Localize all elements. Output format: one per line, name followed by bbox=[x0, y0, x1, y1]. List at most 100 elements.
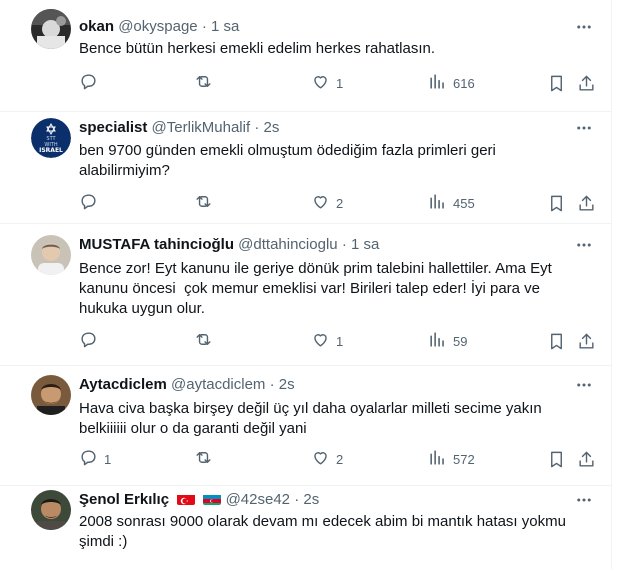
display-name[interactable]: specialist bbox=[79, 119, 147, 136]
views-icon bbox=[428, 72, 447, 94]
views-icon bbox=[428, 448, 447, 470]
tweet-text-line: alabilirmiyim? bbox=[79, 162, 170, 179]
share-icon[interactable] bbox=[577, 331, 596, 351]
bookmark-icon[interactable] bbox=[547, 331, 566, 351]
tweet-text-line: Bence zor! Eyt kanunu ile geriye dönük p… bbox=[79, 260, 552, 277]
more-icon[interactable] bbox=[573, 235, 595, 255]
timestamp[interactable]: 1 sa bbox=[211, 18, 239, 35]
like-icon bbox=[311, 72, 330, 94]
timestamp[interactable]: 1 sa bbox=[351, 236, 379, 253]
tweet-header: okan @okyspage · 1 sa bbox=[79, 17, 239, 37]
like-icon bbox=[311, 192, 330, 214]
more-icon[interactable] bbox=[573, 490, 595, 510]
view-count: 616 bbox=[453, 75, 475, 91]
more-icon[interactable] bbox=[573, 118, 595, 138]
view-count: 59 bbox=[453, 333, 468, 349]
tweet-text: Bence bütün herkesi emekli edelim herkes… bbox=[79, 39, 599, 59]
retweet-button[interactable] bbox=[194, 449, 219, 469]
like-count: 1 bbox=[336, 333, 344, 349]
handle[interactable]: @okyspage bbox=[118, 18, 197, 35]
tweet-text: Hava civa başka birşey değil üç yıl daha… bbox=[79, 399, 599, 439]
like-button[interactable]: 2 bbox=[311, 193, 343, 213]
reply-count: 1 bbox=[104, 451, 112, 467]
separator: · bbox=[254, 119, 260, 136]
handle[interactable]: @42se42 bbox=[226, 491, 290, 508]
views-button[interactable]: 572 bbox=[428, 449, 475, 469]
tweet-text-line: şimdi :) bbox=[79, 533, 128, 550]
tweet-header: Şenol Erkılıç @42se42 · 2s bbox=[79, 490, 319, 510]
views-button[interactable]: 59 bbox=[428, 331, 467, 351]
handle[interactable]: @TerlikMuhalif bbox=[152, 119, 251, 136]
share-icon[interactable] bbox=[577, 449, 596, 469]
turkey-flag bbox=[177, 493, 196, 505]
timestamp[interactable]: 2s bbox=[279, 376, 295, 393]
handle[interactable]: @dttahincioglu bbox=[238, 236, 337, 253]
bookmark-icon[interactable] bbox=[547, 449, 566, 469]
tweet[interactable]: STT WITH ISRAEL specialist @TerlikMuhali… bbox=[0, 112, 611, 224]
action-bar: 2 455 bbox=[79, 193, 595, 213]
share-icon[interactable] bbox=[577, 73, 596, 93]
retweet-icon bbox=[194, 330, 213, 352]
avatar[interactable] bbox=[31, 490, 71, 530]
tweet-text-line: Bence bütün herkesi emekli edelim herkes… bbox=[79, 40, 436, 57]
tweet-text: 2008 sonrası 9000 olarak devam mı edecek… bbox=[79, 512, 599, 552]
tweet-text-line: Hava civa başka birşey değil üç yıl daha… bbox=[79, 400, 542, 417]
retweet-icon bbox=[194, 192, 213, 214]
retweet-button[interactable] bbox=[194, 331, 219, 351]
avatar-text: ISRAEL bbox=[39, 147, 63, 154]
views-button[interactable]: 455 bbox=[428, 193, 475, 213]
more-icon[interactable] bbox=[573, 17, 595, 37]
view-count: 455 bbox=[453, 195, 475, 211]
views-button[interactable]: 616 bbox=[428, 73, 475, 93]
retweet-button[interactable] bbox=[194, 73, 219, 93]
timeline: okan @okyspage · 1 sa Bence bütün herkes… bbox=[0, 0, 612, 569]
action-bar: 1 59 bbox=[79, 331, 595, 351]
bookmark-icon[interactable] bbox=[547, 73, 566, 93]
separator: · bbox=[294, 491, 300, 508]
bookmark-icon[interactable] bbox=[547, 193, 566, 213]
action-bar: 1 2 572 bbox=[79, 449, 595, 469]
retweet-button[interactable] bbox=[194, 193, 219, 213]
tweet-header: MUSTAFA tahincioğlu @dttahincioglu · 1 s… bbox=[79, 235, 379, 255]
view-count: 572 bbox=[453, 451, 475, 467]
display-name[interactable]: Aytacdiclem bbox=[79, 376, 167, 393]
tweet-text-line: kanunu öncesi çok memur emeklisi var! Bi… bbox=[79, 280, 541, 297]
handle[interactable]: @aytacdiclem bbox=[171, 376, 265, 393]
like-button[interactable]: 2 bbox=[311, 449, 343, 469]
like-button[interactable]: 1 bbox=[311, 73, 343, 93]
tweet[interactable]: MUSTAFA tahincioğlu @dttahincioglu · 1 s… bbox=[0, 224, 611, 366]
retweet-icon bbox=[194, 72, 213, 94]
action-bar: 1 616 bbox=[79, 73, 595, 93]
views-icon bbox=[428, 330, 447, 352]
tweet-text: Bence zor! Eyt kanunu ile geriye dönük p… bbox=[79, 259, 599, 319]
timestamp[interactable]: 2s bbox=[263, 119, 279, 136]
like-button[interactable]: 1 bbox=[311, 331, 343, 351]
tweet-text-line: 2008 sonrası 9000 olarak devam mı edecek… bbox=[79, 513, 566, 530]
more-icon[interactable] bbox=[573, 375, 595, 395]
tweet-header: Aytacdiclem @aytacdiclem · 2s bbox=[79, 375, 295, 395]
like-icon bbox=[311, 330, 330, 352]
like-icon bbox=[311, 448, 330, 470]
share-icon[interactable] bbox=[577, 193, 596, 213]
tweet-text-line: belkiiiiii olur o da garanti değil yani bbox=[79, 420, 307, 437]
timestamp[interactable]: 2s bbox=[303, 491, 319, 508]
display-name[interactable]: MUSTAFA tahincioğlu bbox=[79, 236, 234, 253]
views-icon bbox=[428, 192, 447, 214]
like-count: 1 bbox=[336, 75, 344, 91]
separator: · bbox=[201, 18, 207, 35]
display-name[interactable]: Şenol Erkılıç bbox=[79, 491, 169, 508]
reply-icon bbox=[79, 448, 98, 470]
reply-button[interactable] bbox=[79, 73, 104, 93]
avatar[interactable] bbox=[31, 375, 71, 415]
separator: · bbox=[269, 376, 275, 393]
avatar[interactable] bbox=[31, 9, 71, 49]
tweet[interactable]: okan @okyspage · 1 sa Bence bütün herkes… bbox=[0, 0, 611, 112]
tweet[interactable]: Şenol Erkılıç @42se42 · 2s 2008 sonrası … bbox=[0, 486, 611, 573]
reply-button[interactable] bbox=[79, 331, 104, 351]
display-name[interactable]: okan bbox=[79, 18, 114, 35]
avatar[interactable] bbox=[31, 235, 71, 275]
tweet[interactable]: Aytacdiclem @aytacdiclem · 2s Hava civa … bbox=[0, 366, 611, 486]
avatar[interactable]: STT WITH ISRAEL bbox=[31, 118, 71, 158]
reply-button[interactable] bbox=[79, 193, 104, 213]
reply-button[interactable]: 1 bbox=[79, 449, 111, 469]
